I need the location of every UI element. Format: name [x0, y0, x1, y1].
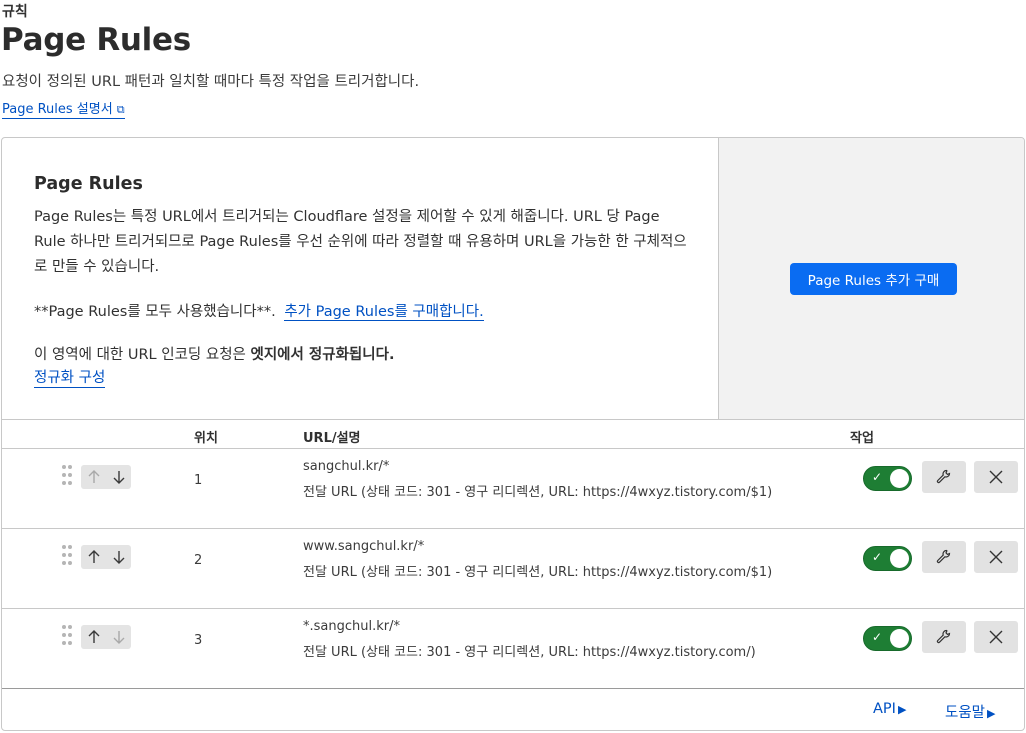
page-rules-docs-link[interactable]: Page Rules 설명서 ⧉: [2, 102, 125, 119]
header-url: URL/설명: [303, 431, 361, 446]
rule-enabled-toggle[interactable]: ✓: [863, 626, 912, 651]
table-row: 1 sangchul.kr/* 전달 URL (상태 코드: 301 - 영구 …: [2, 449, 1024, 529]
rule-position: 3: [194, 633, 203, 648]
delete-rule-button[interactable]: [974, 461, 1018, 493]
table-row: 3 *.sangchul.kr/* 전달 URL (상태 코드: 301 - 영…: [2, 609, 1024, 689]
api-link[interactable]: API ▶: [873, 701, 906, 717]
wrench-icon: [936, 469, 951, 484]
help-link[interactable]: 도움말 ▶: [945, 701, 996, 722]
reorder-buttons: [81, 625, 131, 649]
rule-position: 2: [194, 553, 203, 568]
delete-rule-button[interactable]: [974, 541, 1018, 573]
move-up-button[interactable]: [81, 465, 106, 489]
buy-more-rules-link[interactable]: 추가 Page Rules를 구매합니다.: [284, 304, 484, 321]
info-title: Page Rules: [34, 174, 143, 194]
caret-right-icon: ▶: [897, 703, 907, 716]
normalization-settings-link[interactable]: 정규화 구성: [34, 366, 106, 388]
info-panel: Page Rules Page Rules는 특정 URL에서 트리거되는 Cl…: [2, 138, 718, 420]
quota-notice: **Page Rules를 모두 사용했습니다**. 추가 Page Rules…: [34, 304, 484, 321]
edit-rule-button[interactable]: [922, 541, 966, 573]
table-row: 2 www.sangchul.kr/* 전달 URL (상태 코드: 301 -…: [2, 529, 1024, 609]
arrow-down-icon: [113, 631, 124, 644]
rule-description: 전달 URL (상태 코드: 301 - 영구 리디렉션, URL: https…: [303, 485, 773, 500]
rule-url: *.sangchul.kr/*: [303, 619, 400, 634]
check-icon: ✓: [872, 630, 883, 644]
rule-url: sangchul.kr/*: [303, 459, 390, 474]
rule-position: 1: [194, 473, 203, 488]
move-down-button[interactable]: [106, 625, 131, 649]
edit-rule-button[interactable]: [922, 621, 966, 653]
move-up-button[interactable]: [81, 545, 106, 569]
card-footer: API ▶ 도움말 ▶: [2, 690, 1024, 730]
drag-handle-icon[interactable]: [62, 545, 74, 567]
check-icon: ✓: [872, 470, 883, 484]
info-description: Page Rules는 특정 URL에서 트리거되는 Cloudflare 설정…: [34, 209, 687, 275]
arrow-down-icon: [113, 551, 124, 564]
move-down-button[interactable]: [106, 465, 131, 489]
close-icon: [989, 550, 1003, 564]
arrow-up-icon: [88, 470, 99, 483]
normalization-notice: 이 영역에 대한 URL 인코딩 요청은 엣지에서 정규화됩니다.: [34, 347, 395, 363]
close-icon: [989, 630, 1003, 644]
table-header: 위치 URL/설명 작업: [2, 420, 1024, 449]
caret-right-icon: ▶: [987, 707, 996, 720]
delete-rule-button[interactable]: [974, 621, 1018, 653]
wrench-icon: [936, 549, 951, 564]
reorder-buttons: [81, 465, 131, 489]
buy-page-rules-button[interactable]: Page Rules 추가 구매: [790, 263, 957, 295]
external-link-icon: ⧉: [116, 103, 125, 116]
rule-enabled-toggle[interactable]: ✓: [863, 466, 912, 491]
rule-url: www.sangchul.kr/*: [303, 539, 425, 554]
move-down-button[interactable]: [106, 545, 131, 569]
purchase-panel: Page Rules 추가 구매: [718, 138, 1024, 420]
wrench-icon: [936, 629, 951, 644]
arrow-down-icon: [113, 471, 124, 484]
edit-rule-button[interactable]: [922, 461, 966, 493]
close-icon: [989, 470, 1003, 484]
header-action: 작업: [850, 431, 874, 446]
rule-description: 전달 URL (상태 코드: 301 - 영구 리디렉션, URL: https…: [303, 565, 773, 580]
check-icon: ✓: [872, 550, 883, 564]
drag-handle-icon[interactable]: [62, 625, 74, 647]
drag-handle-icon[interactable]: [62, 465, 74, 487]
arrow-up-icon: [88, 550, 99, 563]
header-position: 위치: [194, 431, 218, 446]
rule-description: 전달 URL (상태 코드: 301 - 영구 리디렉션, URL: https…: [303, 645, 756, 660]
page-title: Page Rules: [1, 22, 191, 58]
rule-enabled-toggle[interactable]: ✓: [863, 546, 912, 571]
move-up-button[interactable]: [81, 625, 106, 649]
page-subtitle: 요청이 정의된 URL 패턴과 일치할 때마다 특정 작업을 트리거합니다.: [2, 74, 420, 90]
arrow-up-icon: [88, 630, 99, 643]
page-rules-card: Page Rules Page Rules는 특정 URL에서 트리거되는 Cl…: [1, 137, 1025, 731]
breadcrumb: 규칙: [2, 4, 28, 20]
reorder-buttons: [81, 545, 131, 569]
